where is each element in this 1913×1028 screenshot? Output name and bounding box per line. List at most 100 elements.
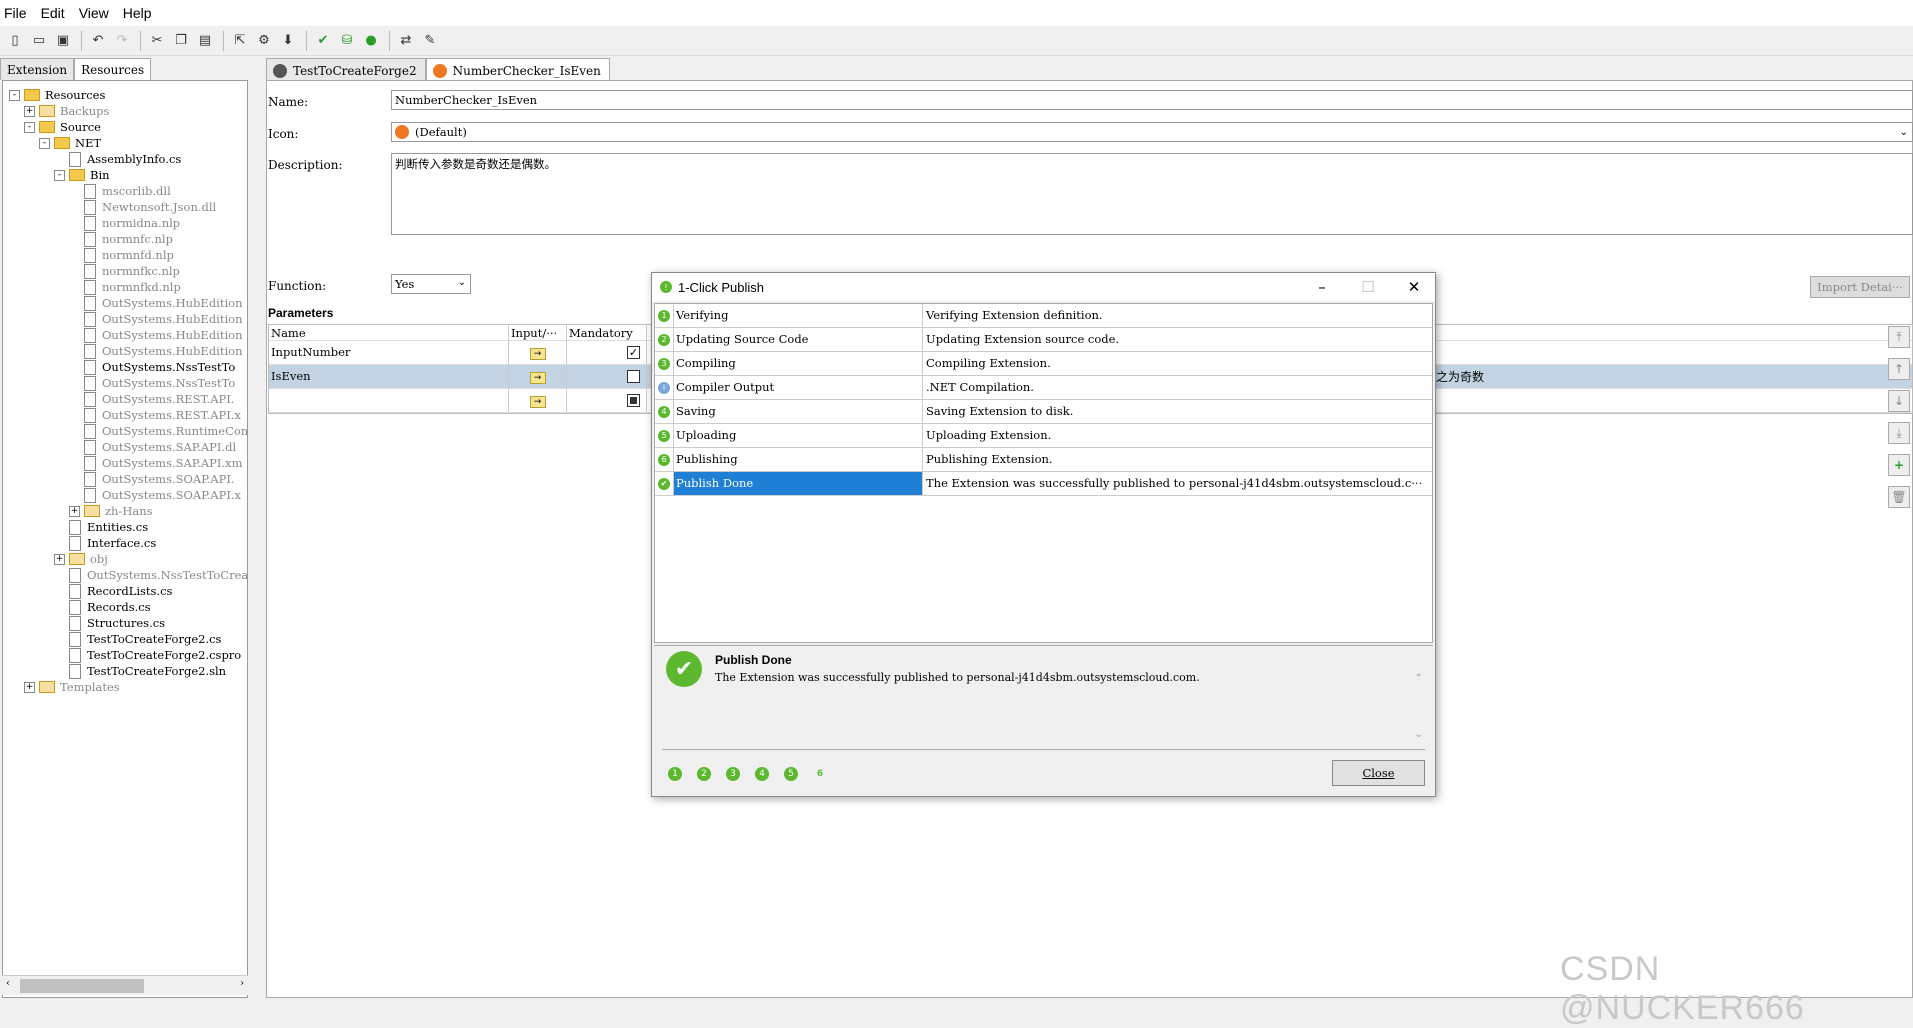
column-header-input[interactable]: Input/··· xyxy=(509,325,567,340)
input-direction-icon[interactable]: → xyxy=(509,341,567,364)
publish-step-row[interactable]: 1 Verifying Verifying Extension definition… xyxy=(655,304,1432,328)
publish-step-row[interactable]: 3 Compiling Compiling Extension. xyxy=(655,352,1432,376)
tree-item[interactable]: OutSystems.NssTestToCrea xyxy=(54,567,247,583)
save-publish-icon[interactable]: ⛁ xyxy=(336,30,358,52)
tree-horizontal-scrollbar[interactable]: ‹ › xyxy=(2,975,248,995)
menu-edit[interactable]: Edit xyxy=(41,5,65,21)
collapse-icon[interactable]: - xyxy=(24,121,35,133)
open-icon[interactable]: ▭ xyxy=(28,30,50,52)
tree-item[interactable]: Interface.cs xyxy=(54,535,156,551)
chevron-down-icon[interactable]: ⌄ xyxy=(458,277,466,288)
tab-resources[interactable]: Resources xyxy=(74,58,152,80)
publish-step-row[interactable]: 5 Uploading Uploading Extension. xyxy=(655,424,1432,448)
expand-icon[interactable]: + xyxy=(24,105,35,117)
parameter-name[interactable]: IsEven xyxy=(269,365,509,388)
parameter-name[interactable] xyxy=(269,389,509,412)
function-select[interactable]: Yes ⌄ xyxy=(391,274,471,294)
verify-icon[interactable]: ✔ xyxy=(312,30,334,52)
download-icon[interactable]: ⬇ xyxy=(277,30,299,52)
save-icon[interactable]: ▣ xyxy=(52,30,74,52)
mandatory-checkbox[interactable] xyxy=(567,365,647,388)
scroll-up-icon[interactable]: ⌃ xyxy=(1415,673,1423,684)
input-direction-icon[interactable]: → xyxy=(509,365,567,388)
tree-item[interactable]: Newtonsoft.Json.dll xyxy=(69,199,216,215)
tab-numberchecker-iseven[interactable]: NumberChecker_IsEven xyxy=(425,58,610,80)
move-bottom-icon[interactable]: ⤓ xyxy=(1888,422,1910,444)
tree-item[interactable]: + Backups xyxy=(24,103,109,119)
tree-item[interactable]: normnfc.nlp xyxy=(69,231,173,247)
new-icon[interactable]: ▯ xyxy=(4,30,26,52)
collapse-icon[interactable]: - xyxy=(9,89,20,101)
tree-item[interactable]: OutSystems.SAP.API.dl xyxy=(69,439,236,455)
tree-item[interactable]: AssemblyInfo.cs xyxy=(54,151,181,167)
expand-icon[interactable]: + xyxy=(24,681,35,693)
collapse-icon[interactable]: - xyxy=(39,137,50,149)
undo-icon[interactable]: ↶ xyxy=(87,30,109,52)
input-direction-icon[interactable]: → xyxy=(509,389,567,412)
publish-step-row[interactable]: 6 Publishing Publishing Extension. xyxy=(655,448,1432,472)
tree-item[interactable]: OutSystems.HubEdition xyxy=(69,343,242,359)
tree-item[interactable]: TestToCreateForge2.cs xyxy=(54,631,221,647)
tree-item[interactable]: OutSystems.REST.API.x xyxy=(69,407,241,423)
publish-step-row[interactable]: ✔ Publish Done The Extension was successfu… xyxy=(655,472,1432,496)
tree-item[interactable]: OutSystems.RuntimeCom xyxy=(69,423,247,439)
chevron-down-icon[interactable]: ⌄ xyxy=(1900,127,1908,138)
tab-testtocreateforge2[interactable]: TestToCreateForge2 xyxy=(266,58,426,80)
tree-item[interactable]: OutSystems.HubEdition xyxy=(69,295,242,311)
publish-step-row[interactable]: i Compiler Output .NET Compilation. xyxy=(655,376,1432,400)
mandatory-checkbox[interactable]: ✓ xyxy=(567,341,647,364)
publish-step-row[interactable]: 4 Saving Saving Extension to disk. xyxy=(655,400,1432,424)
tree-item[interactable]: OutSystems.SAP.API.xm xyxy=(69,455,243,471)
collapse-icon[interactable]: - xyxy=(54,169,65,181)
import-details-button[interactable]: Import Detai··· xyxy=(1810,276,1910,298)
tree-item[interactable]: OutSystems.HubEdition xyxy=(69,327,242,343)
name-input[interactable]: NumberChecker_IsEven xyxy=(391,90,1913,110)
tree-item[interactable]: normnfd.nlp xyxy=(69,247,174,263)
move-down-icon[interactable]: ↓ xyxy=(1888,390,1910,412)
tree-item[interactable]: OutSystems.SOAP.API.x xyxy=(69,487,241,503)
tree-item[interactable]: + zh-Hans xyxy=(69,503,153,519)
expand-icon[interactable]: + xyxy=(54,553,65,565)
column-header-mandatory[interactable]: Mandatory xyxy=(567,325,647,340)
cut-icon[interactable]: ✂ xyxy=(146,30,168,52)
tree-item[interactable]: Entities.cs xyxy=(54,519,148,535)
tree-item[interactable]: OutSystems.NssTestTo xyxy=(69,375,235,391)
tree-item[interactable]: OutSystems.NssTestTo xyxy=(69,359,235,375)
tree-item[interactable]: normidna.nlp xyxy=(69,215,180,231)
move-top-icon[interactable]: ⤒ xyxy=(1888,326,1910,348)
publish-icon[interactable]: ● xyxy=(360,30,382,52)
edit-source-icon[interactable]: ✎ xyxy=(419,30,441,52)
tab-extension[interactable]: Extension xyxy=(0,58,75,80)
tree-item[interactable]: mscorlib.dll xyxy=(69,183,171,199)
close-button[interactable]: Close xyxy=(1332,760,1425,786)
icon-select[interactable]: (Default) ⌄ xyxy=(391,122,1913,142)
tree-item[interactable]: + obj xyxy=(54,551,108,567)
expand-icon[interactable]: + xyxy=(69,505,80,517)
tree-item[interactable]: OutSystems.SOAP.API. xyxy=(69,471,235,487)
delete-icon[interactable]: 🗑 xyxy=(1888,486,1910,508)
tree-item[interactable]: Structures.cs xyxy=(54,615,165,631)
tree-item[interactable]: normnfkc.nlp xyxy=(69,263,180,279)
tree-item[interactable]: - NET xyxy=(39,135,101,151)
scroll-down-icon[interactable]: ⌄ xyxy=(1415,729,1423,740)
tree-item[interactable]: + Templates xyxy=(24,679,120,695)
description-textarea[interactable]: 判断传入参数是奇数还是偶数。 xyxy=(391,153,1913,235)
close-icon[interactable]: ✕ xyxy=(1391,273,1437,301)
maximize-icon[interactable]: ☐ xyxy=(1345,273,1391,301)
move-up-icon[interactable]: ↑ xyxy=(1888,358,1910,380)
compare-icon[interactable]: ⇄ xyxy=(395,30,417,52)
menu-view[interactable]: View xyxy=(79,5,109,21)
tree-item[interactable]: OutSystems.REST.API. xyxy=(69,391,234,407)
gear-icon[interactable]: ⚙ xyxy=(253,30,275,52)
column-header-name[interactable]: Name xyxy=(269,325,509,340)
paste-icon[interactable]: ▤ xyxy=(194,30,216,52)
tree-item[interactable]: - Source xyxy=(24,119,101,135)
tree-item[interactable]: Records.cs xyxy=(54,599,151,615)
scrollbar-thumb[interactable] xyxy=(20,979,144,993)
menu-file[interactable]: File xyxy=(4,5,27,21)
add-icon[interactable]: + xyxy=(1888,454,1910,476)
redo-icon[interactable]: ↷ xyxy=(111,30,133,52)
tree-item[interactable]: OutSystems.HubEdition xyxy=(69,311,242,327)
scroll-left-icon[interactable]: ‹ xyxy=(6,978,10,989)
mandatory-checkbox[interactable] xyxy=(567,389,647,412)
